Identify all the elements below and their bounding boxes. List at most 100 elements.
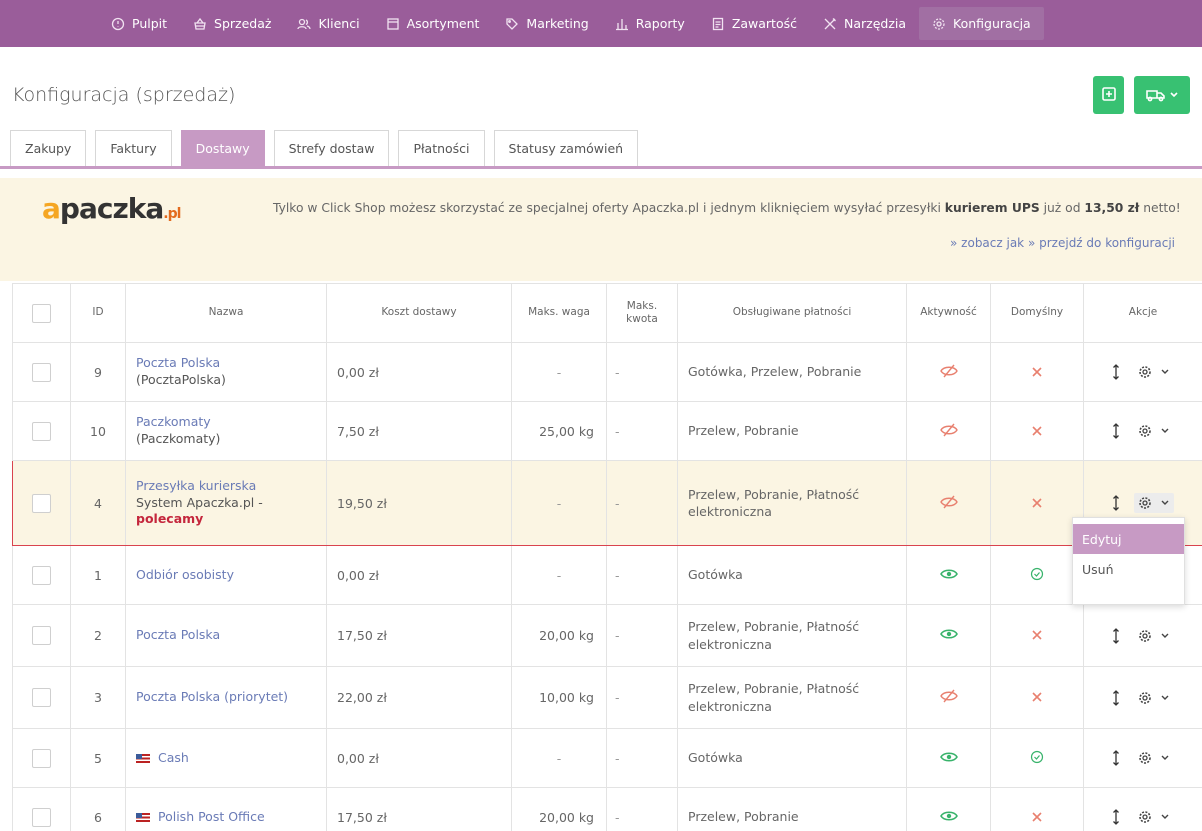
row-default-toggle[interactable]	[990, 787, 1084, 831]
col-cost[interactable]: Koszt dostawy	[326, 283, 512, 343]
nav-item-sprzedaz[interactable]: Sprzedaż	[180, 0, 284, 47]
close-icon[interactable]	[1032, 630, 1042, 640]
tab-dostawy[interactable]: Dostawy	[180, 130, 265, 166]
row-checkbox[interactable]	[32, 748, 51, 768]
row-checkbox[interactable]	[32, 565, 51, 585]
col-default[interactable]: Domyślny	[990, 283, 1084, 343]
tab-statusy-zamowien[interactable]: Statusy zamówień	[493, 130, 639, 166]
row-default-toggle[interactable]	[990, 666, 1084, 729]
sort-handle-icon[interactable]	[1112, 495, 1120, 511]
row-default-toggle[interactable]	[990, 728, 1084, 788]
check-circle-icon[interactable]	[1030, 567, 1044, 581]
row-checkbox[interactable]	[32, 807, 51, 827]
add-button[interactable]	[1093, 76, 1124, 114]
row-settings-button[interactable]	[1134, 626, 1174, 646]
tab-faktury[interactable]: Faktury	[95, 130, 172, 166]
col-active[interactable]: Aktywność	[906, 283, 991, 343]
gear-icon	[932, 17, 946, 31]
row-default-toggle[interactable]	[990, 604, 1084, 667]
col-name[interactable]: Nazwa	[125, 283, 327, 343]
col-max-amount[interactable]: Maks. kwota	[606, 283, 678, 343]
apaczka-logo[interactable]: apaczka.pl	[42, 192, 181, 225]
tab-zakupy[interactable]: Zakupy	[10, 130, 87, 166]
close-icon[interactable]	[1032, 692, 1042, 702]
sort-handle-icon[interactable]	[1112, 423, 1120, 439]
row-checkbox[interactable]	[32, 688, 51, 707]
eye-off-icon[interactable]	[939, 495, 958, 509]
row-checkbox[interactable]	[32, 362, 51, 382]
row-settings-button[interactable]	[1134, 493, 1174, 513]
eye-off-icon[interactable]	[939, 689, 958, 703]
col-payments[interactable]: Obsługiwane płatności	[677, 283, 907, 343]
edit-menu-item[interactable]: Edytuj	[1073, 524, 1184, 554]
select-all-checkbox[interactable]	[32, 303, 51, 323]
shipping-name-link[interactable]: Cash	[158, 750, 189, 765]
row-max-amount: -	[606, 401, 678, 461]
close-icon[interactable]	[1032, 811, 1042, 822]
chevron-down-icon	[1169, 88, 1179, 102]
sort-handle-icon[interactable]	[1112, 689, 1120, 706]
nav-item-klienci[interactable]: Klienci	[284, 0, 372, 47]
sort-handle-icon[interactable]	[1112, 364, 1120, 380]
go-to-config-link[interactable]: » przejdź do konfiguracji	[1028, 236, 1175, 250]
row-active-toggle[interactable]	[906, 342, 991, 402]
row-settings-button[interactable]	[1134, 748, 1174, 768]
shipping-name-link[interactable]: Przesyłka kurierska	[136, 478, 326, 495]
tab-strefy-dostaw[interactable]: Strefy dostaw	[273, 130, 390, 166]
sort-handle-icon[interactable]	[1112, 809, 1120, 825]
tab-platnosci[interactable]: Płatności	[398, 130, 485, 166]
nav-item-konfiguracja[interactable]: Konfiguracja	[919, 7, 1044, 40]
nav-item-marketing[interactable]: Marketing	[492, 0, 601, 47]
row-default-toggle[interactable]	[990, 545, 1084, 605]
row-checkbox[interactable]	[32, 626, 51, 645]
eye-off-icon[interactable]	[939, 364, 958, 378]
col-id[interactable]: ID	[70, 283, 126, 343]
see-how-link[interactable]: » zobacz jak	[950, 236, 1024, 250]
delete-menu-item[interactable]: Usuń	[1073, 554, 1184, 584]
row-settings-button[interactable]	[1134, 688, 1174, 708]
close-icon[interactable]	[1032, 497, 1042, 508]
eye-off-icon[interactable]	[939, 423, 958, 437]
row-checkbox[interactable]	[32, 493, 51, 513]
row-select-cell	[12, 460, 71, 546]
shipping-name-link[interactable]: Poczta Polska (priorytet)	[136, 689, 326, 706]
nav-item-narzedzia[interactable]: Narzędzia	[810, 0, 919, 47]
shipping-name-link[interactable]: Poczta Polska	[136, 355, 326, 372]
row-active-toggle[interactable]	[906, 666, 991, 729]
row-checkbox[interactable]	[32, 421, 51, 441]
eye-icon[interactable]	[939, 568, 958, 580]
shipping-name-link[interactable]: Odbiór osobisty	[136, 567, 326, 584]
select-all-header	[12, 283, 71, 343]
close-icon[interactable]	[1032, 425, 1042, 436]
row-settings-button[interactable]	[1134, 421, 1174, 441]
row-active-toggle[interactable]	[906, 401, 991, 461]
row-active-toggle[interactable]	[906, 604, 991, 667]
nav-item-raporty[interactable]: Raporty	[602, 0, 698, 47]
row-default-toggle[interactable]	[990, 401, 1084, 461]
check-circle-icon[interactable]	[1030, 750, 1044, 764]
table-row: 6 Polish Post Office 17,50 zł 20,00 kg - Prze…	[12, 787, 1202, 831]
row-default-toggle[interactable]	[990, 342, 1084, 402]
nav-item-asortyment[interactable]: Asortyment	[373, 0, 493, 47]
close-icon[interactable]	[1032, 366, 1042, 377]
sort-handle-icon[interactable]	[1112, 627, 1120, 644]
shipping-name-link[interactable]: Polish Post Office	[158, 809, 265, 824]
row-default-toggle[interactable]	[990, 460, 1084, 546]
eye-icon[interactable]	[939, 810, 958, 822]
row-active-toggle[interactable]	[906, 728, 991, 788]
row-settings-button[interactable]	[1134, 362, 1174, 382]
eye-icon[interactable]	[939, 628, 958, 640]
shipping-name-link[interactable]: Paczkomaty	[136, 414, 326, 431]
nav-item-pulpit[interactable]: Pulpit	[98, 0, 180, 47]
col-max-weight[interactable]: Maks. waga	[511, 283, 607, 343]
shipping-options-button[interactable]	[1134, 76, 1190, 114]
eye-icon[interactable]	[939, 751, 958, 763]
sort-handle-icon[interactable]	[1112, 750, 1120, 766]
row-name-cell: Paczkomaty (Paczkomaty)	[125, 401, 327, 461]
shipping-name-link[interactable]: Poczta Polska	[136, 627, 326, 644]
row-active-toggle[interactable]	[906, 460, 991, 546]
row-active-toggle[interactable]	[906, 787, 991, 831]
row-active-toggle[interactable]	[906, 545, 991, 605]
nav-item-zawartosc[interactable]: Zawartość	[698, 0, 810, 47]
row-settings-button[interactable]	[1134, 807, 1174, 827]
